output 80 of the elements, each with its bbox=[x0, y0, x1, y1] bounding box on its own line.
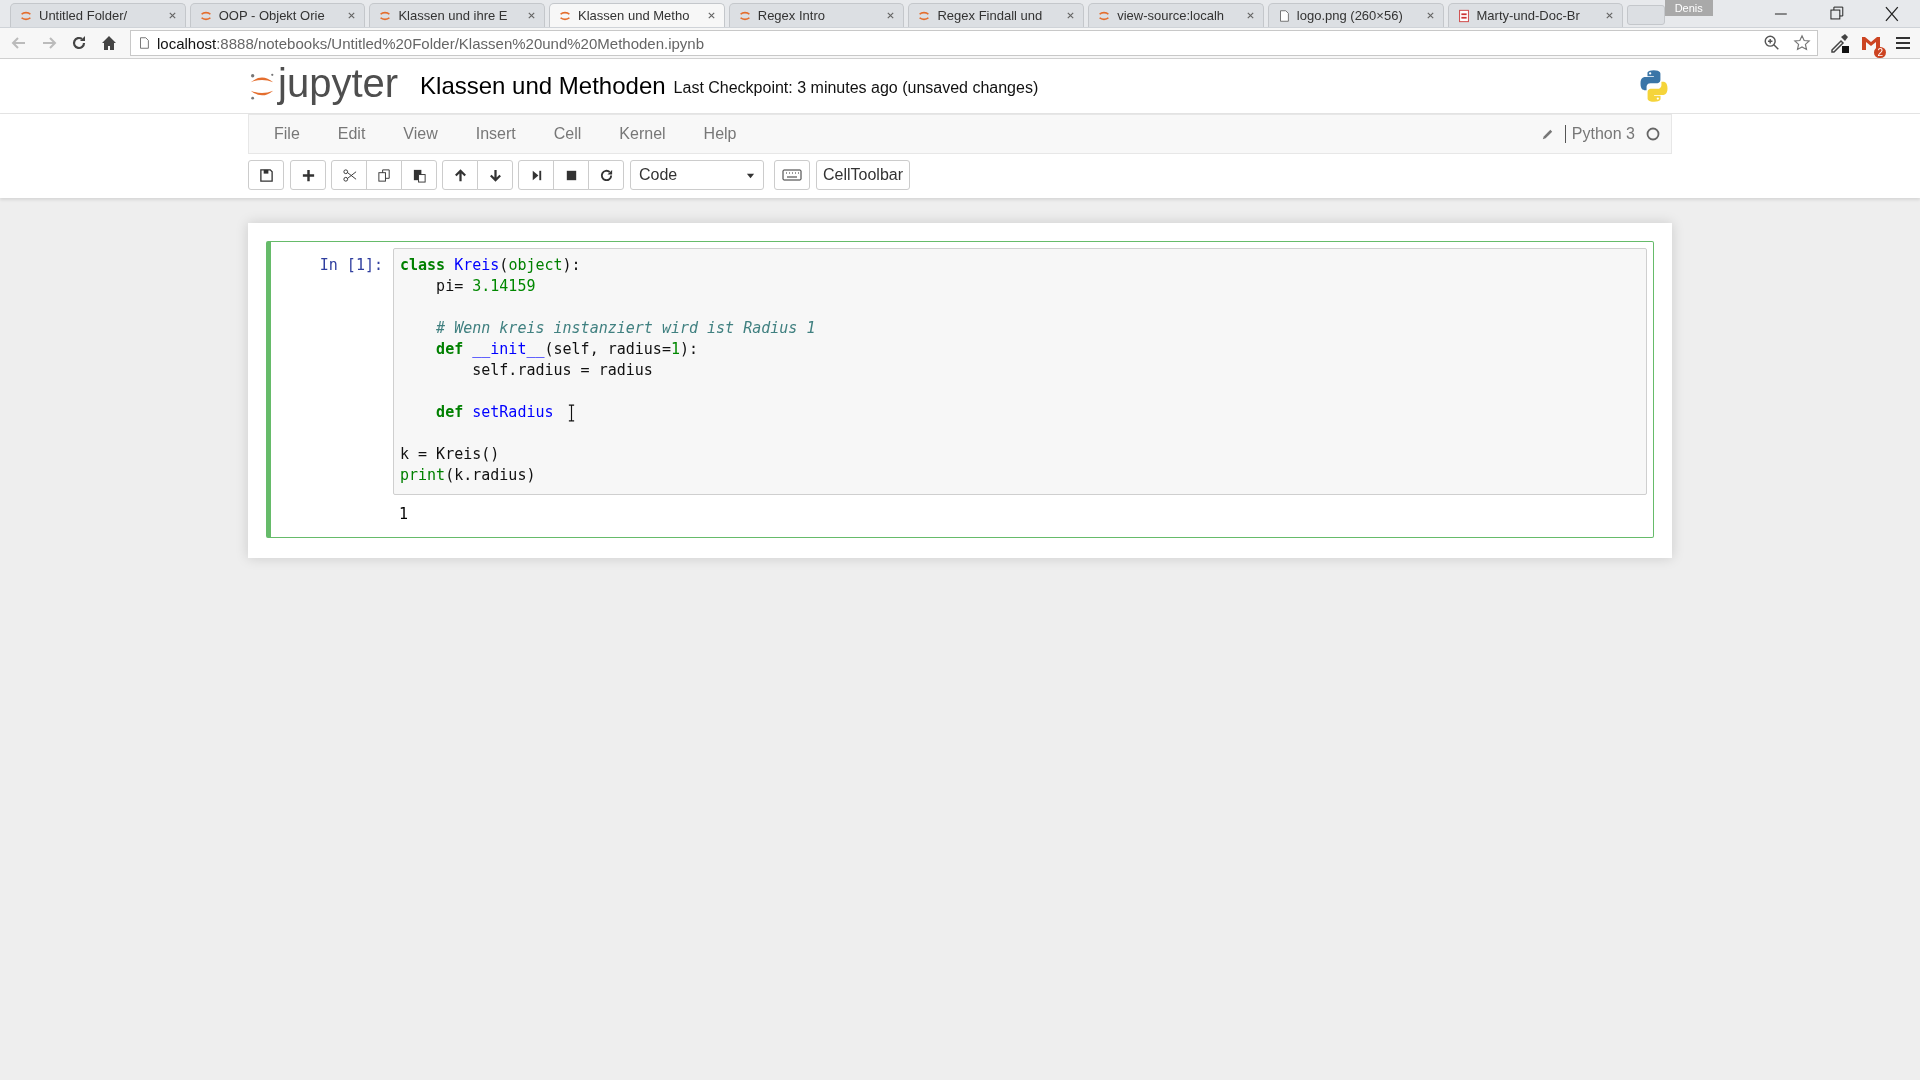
close-tab-icon[interactable] bbox=[1245, 11, 1255, 20]
notebook-title[interactable]: Klassen und Methoden bbox=[420, 72, 666, 100]
close-tab-icon[interactable] bbox=[347, 11, 357, 20]
star-icon[interactable] bbox=[1793, 34, 1811, 52]
menu-item[interactable]: File bbox=[255, 125, 319, 143]
paste-button[interactable] bbox=[401, 160, 437, 190]
copy-button[interactable] bbox=[366, 160, 402, 190]
close-tab-icon[interactable] bbox=[706, 11, 716, 20]
notification-badge: 2 bbox=[1874, 47, 1886, 58]
close-tab-icon[interactable] bbox=[886, 11, 896, 20]
menu-item[interactable]: Edit bbox=[318, 125, 385, 143]
save-icon bbox=[258, 167, 274, 183]
tab-title: view-source:localh bbox=[1117, 8, 1226, 23]
cell-output: 1 bbox=[399, 505, 409, 523]
zoom-icon[interactable] bbox=[1763, 34, 1781, 52]
copy-icon bbox=[376, 167, 392, 183]
code-line: # Wenn kreis instanziert wird ist Radius 1 bbox=[435, 318, 816, 339]
celltoolbar-button[interactable]: CellToolbar bbox=[816, 160, 911, 190]
run-button[interactable] bbox=[518, 160, 554, 190]
code-editor[interactable]: class Kreis(object): pi= 3.14159 # Wenn kreis instanziert wird ist Radius 1 def __init__(self, radius=1): self.radius = radius def setRadius k = Kreis() print(k.radius) bbox=[393, 248, 1647, 495]
plus-icon bbox=[300, 167, 316, 183]
address-bar[interactable]: localhost:8888/notebooks/Untitled%20Folder/Klassen%20und%20Methoden.ipynb bbox=[130, 30, 1818, 56]
browser-tab[interactable]: Marty-und-Doc-Br bbox=[1447, 3, 1624, 27]
arrow-up-icon bbox=[452, 167, 468, 183]
browser-tab[interactable]: OOP - Objekt Orie bbox=[189, 3, 366, 27]
code-line: print(k.radius) bbox=[400, 465, 536, 486]
code-line: pi= 3.14159 bbox=[435, 276, 536, 297]
browser-tab[interactable]: logo.png (260×56) bbox=[1267, 3, 1444, 27]
keyboard-button[interactable] bbox=[774, 160, 810, 190]
kernel-name: Python 3 bbox=[1564, 125, 1635, 143]
code-line: self.radius = radius bbox=[471, 360, 653, 381]
browser-tab[interactable]: view-source:localh bbox=[1088, 3, 1264, 27]
browser-tab[interactable]: Klassen und Metho bbox=[549, 3, 725, 27]
code-line: def setRadius bbox=[435, 402, 554, 423]
checkpoint-status: Last Checkpoint: 3 minutes ago (unsaved changes) bbox=[673, 79, 1039, 97]
close-tab-icon[interactable] bbox=[527, 11, 537, 20]
kernel-idle-icon bbox=[1645, 126, 1661, 142]
page-icon bbox=[137, 36, 151, 50]
restart-button[interactable] bbox=[588, 160, 624, 190]
browser-tab[interactable]: Regex Intro bbox=[728, 3, 905, 27]
tab-title: Regex Findall und bbox=[937, 8, 1044, 23]
close-tab-icon[interactable] bbox=[1425, 11, 1435, 20]
url-text: localhost:8888/notebooks/Untitled%20Folder/Klassen%20und%20Methoden.ipynb bbox=[157, 34, 705, 52]
scissors-icon bbox=[341, 167, 357, 183]
code-cell[interactable]: In [1]: class Kreis(object): pi= 3.14159 # Wenn kreis instanziert wird ist Radius 1 def __init__(self, radius=1): self.radius = radius def setRadius k = Kreis() print(k.radius) 1 bbox=[266, 241, 1654, 538]
tab-title: Klassen und Metho bbox=[578, 8, 691, 23]
close-tab-icon[interactable] bbox=[167, 11, 177, 20]
code-line: def __init__(self, radius=1): bbox=[435, 339, 699, 360]
menu-item[interactable]: Kernel bbox=[600, 125, 685, 143]
tab-title: Untitled Folder/ bbox=[39, 8, 129, 23]
browser-tab[interactable]: Regex Findall und bbox=[908, 3, 1085, 27]
pdf-icon bbox=[1456, 8, 1471, 23]
browser-tab[interactable]: Klassen und ihre E bbox=[369, 3, 546, 27]
move-down-button[interactable] bbox=[477, 160, 513, 190]
close-tab-icon[interactable] bbox=[1066, 11, 1076, 20]
menu-item[interactable]: Insert bbox=[456, 125, 535, 143]
code-line: class Kreis(object): bbox=[400, 255, 581, 276]
paste-icon bbox=[411, 167, 427, 183]
menu-item[interactable]: View bbox=[384, 125, 457, 143]
code-line: k = Kreis() bbox=[400, 444, 500, 465]
reload-icon bbox=[598, 167, 614, 183]
tab-title: Marty-und-Doc-Br bbox=[1476, 8, 1581, 23]
tab-title: OOP - Objekt Orie bbox=[218, 8, 326, 23]
tab-title: logo.png (260×56) bbox=[1296, 8, 1404, 23]
cell-type-dropdown[interactable]: Code bbox=[630, 160, 764, 190]
move-up-button[interactable] bbox=[442, 160, 478, 190]
add-cell-button[interactable] bbox=[290, 160, 326, 190]
browser-tab[interactable]: Untitled Folder/ bbox=[10, 3, 186, 27]
keyboard-icon bbox=[782, 168, 802, 182]
menu-item[interactable]: Help bbox=[684, 125, 756, 143]
stop-button[interactable] bbox=[553, 160, 589, 190]
menu-item[interactable]: Cell bbox=[534, 125, 601, 143]
eyedropper-icon[interactable] bbox=[1828, 32, 1850, 54]
save-button[interactable] bbox=[248, 160, 284, 190]
arrow-down-icon bbox=[487, 167, 503, 183]
tab-title: Klassen und ihre E bbox=[398, 8, 509, 23]
input-prompt: In [1]: bbox=[318, 255, 384, 276]
close-tab-icon[interactable] bbox=[1605, 11, 1615, 20]
tab-title: Regex Intro bbox=[757, 8, 826, 23]
cut-button[interactable] bbox=[331, 160, 367, 190]
